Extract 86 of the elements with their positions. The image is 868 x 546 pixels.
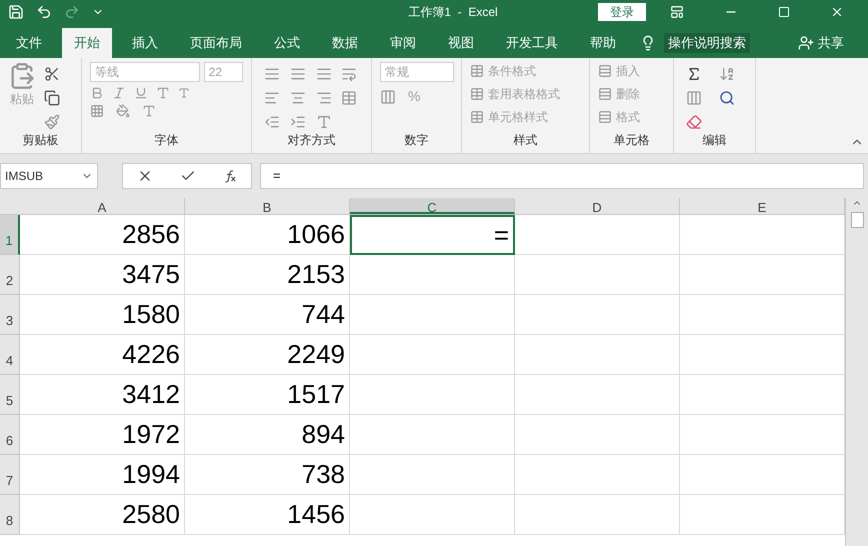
- indent-icon[interactable]: [290, 114, 306, 130]
- scrollbar-thumb[interactable]: [850, 212, 864, 228]
- group-label: 剪贴板: [22, 132, 60, 149]
- row-header[interactable]: 4: [0, 335, 20, 375]
- table-cell: 2153: [185, 255, 350, 295]
- sort-icon[interactable]: [718, 66, 734, 82]
- tell-me-search[interactable]: 操作说明搜索: [664, 33, 750, 53]
- table-style-icon[interactable]: [470, 87, 484, 101]
- align-top-icon[interactable]: [264, 66, 280, 82]
- row-header[interactable]: 8: [0, 495, 20, 535]
- group-label: 字体: [154, 132, 180, 149]
- format-painter-icon[interactable]: [44, 114, 60, 130]
- share-icon[interactable]: [798, 35, 814, 51]
- group-label: 样式: [512, 132, 538, 149]
- table-cell: 1517: [185, 375, 350, 415]
- ribbon-tab[interactable]: 开始: [62, 28, 112, 58]
- window-title: 工作簿1 - Excel: [407, 4, 499, 21]
- copy-icon[interactable]: [44, 90, 60, 106]
- cells-icon[interactable]: [598, 110, 612, 124]
- save-icon[interactable]: [8, 4, 24, 20]
- ribbon-tab[interactable]: 审阅: [378, 28, 428, 58]
- bold-icon[interactable]: [90, 86, 104, 100]
- row-header[interactable]: 2: [0, 255, 20, 295]
- cells-icon[interactable]: [598, 87, 612, 101]
- insert-function-icon[interactable]: [223, 169, 238, 183]
- group-label: 数字: [404, 132, 430, 149]
- table-cell: 2249: [185, 335, 350, 375]
- table-cell: 1580: [20, 295, 185, 335]
- group-label: 对齐方式: [286, 132, 336, 149]
- ribbon-tab[interactable]: 帮助: [578, 28, 628, 58]
- align-bottom-icon[interactable]: [316, 66, 332, 82]
- share-button[interactable]: 共享: [818, 33, 844, 53]
- redo-icon[interactable]: [64, 4, 80, 20]
- table-cell: 1972: [20, 415, 185, 455]
- ribbon-tab[interactable]: 文件: [4, 28, 54, 58]
- ribbon-display-icon[interactable]: [670, 5, 684, 19]
- column-header[interactable]: C: [350, 198, 515, 214]
- ribbon-tab[interactable]: 视图: [436, 28, 486, 58]
- search-icon[interactable]: [718, 90, 734, 106]
- table-cell: 744: [185, 295, 350, 335]
- table-cell: =: [350, 215, 515, 255]
- underline-icon[interactable]: [134, 86, 148, 100]
- row-header[interactable]: 7: [0, 455, 20, 495]
- ribbon-tab[interactable]: 页面布局: [178, 28, 254, 58]
- table-cell: 2856: [20, 215, 185, 255]
- row-header[interactable]: 6: [0, 415, 20, 455]
- table-cell: 1456: [185, 495, 350, 535]
- italic-icon[interactable]: [112, 86, 126, 100]
- align-middle-icon[interactable]: [290, 66, 306, 82]
- row-header[interactable]: 5: [0, 375, 20, 415]
- ribbon-tab[interactable]: 公式: [262, 28, 312, 58]
- ribbon-tab[interactable]: 数据: [320, 28, 370, 58]
- close-icon[interactable]: [830, 5, 844, 19]
- group-label: 编辑: [702, 132, 728, 149]
- row-header[interactable]: 1: [0, 215, 20, 255]
- align-left-icon[interactable]: [264, 90, 280, 106]
- wrap-text-icon[interactable]: [341, 66, 358, 82]
- borders-icon[interactable]: [90, 104, 104, 118]
- table-cell: 894: [185, 415, 350, 455]
- ribbon-tab[interactable]: 开发工具: [494, 28, 570, 58]
- table-cell: 2580: [20, 495, 185, 535]
- row-header[interactable]: 3: [0, 295, 20, 335]
- table-cell: 3412: [20, 375, 185, 415]
- align-center-icon[interactable]: [290, 90, 306, 106]
- column-header[interactable]: A: [20, 198, 185, 214]
- signin-button[interactable]: 登录: [598, 3, 646, 21]
- table-cell: 1994: [20, 455, 185, 495]
- table-style-icon[interactable]: [470, 110, 484, 124]
- table-cell: 3475: [20, 255, 185, 295]
- fill-color-icon[interactable]: [116, 104, 130, 118]
- clear-icon[interactable]: [686, 114, 702, 130]
- maximize-icon[interactable]: [778, 6, 790, 18]
- name-box[interactable]: IMSUB: [0, 163, 98, 189]
- group-label: 单元格: [612, 132, 650, 149]
- table-cell: 738: [185, 455, 350, 495]
- outdent-icon[interactable]: [264, 114, 280, 130]
- table-cell: 1066: [185, 215, 350, 255]
- formula-field[interactable]: =: [260, 163, 864, 189]
- column-header[interactable]: D: [515, 198, 680, 214]
- ribbon-tab[interactable]: 插入: [120, 28, 170, 58]
- undo-icon[interactable]: [36, 4, 52, 20]
- cut-icon[interactable]: [44, 66, 60, 82]
- table-style-icon[interactable]: [470, 64, 484, 78]
- align-right-icon[interactable]: [316, 90, 332, 106]
- cells-icon[interactable]: [598, 64, 612, 78]
- table-cell: 4226: [20, 335, 185, 375]
